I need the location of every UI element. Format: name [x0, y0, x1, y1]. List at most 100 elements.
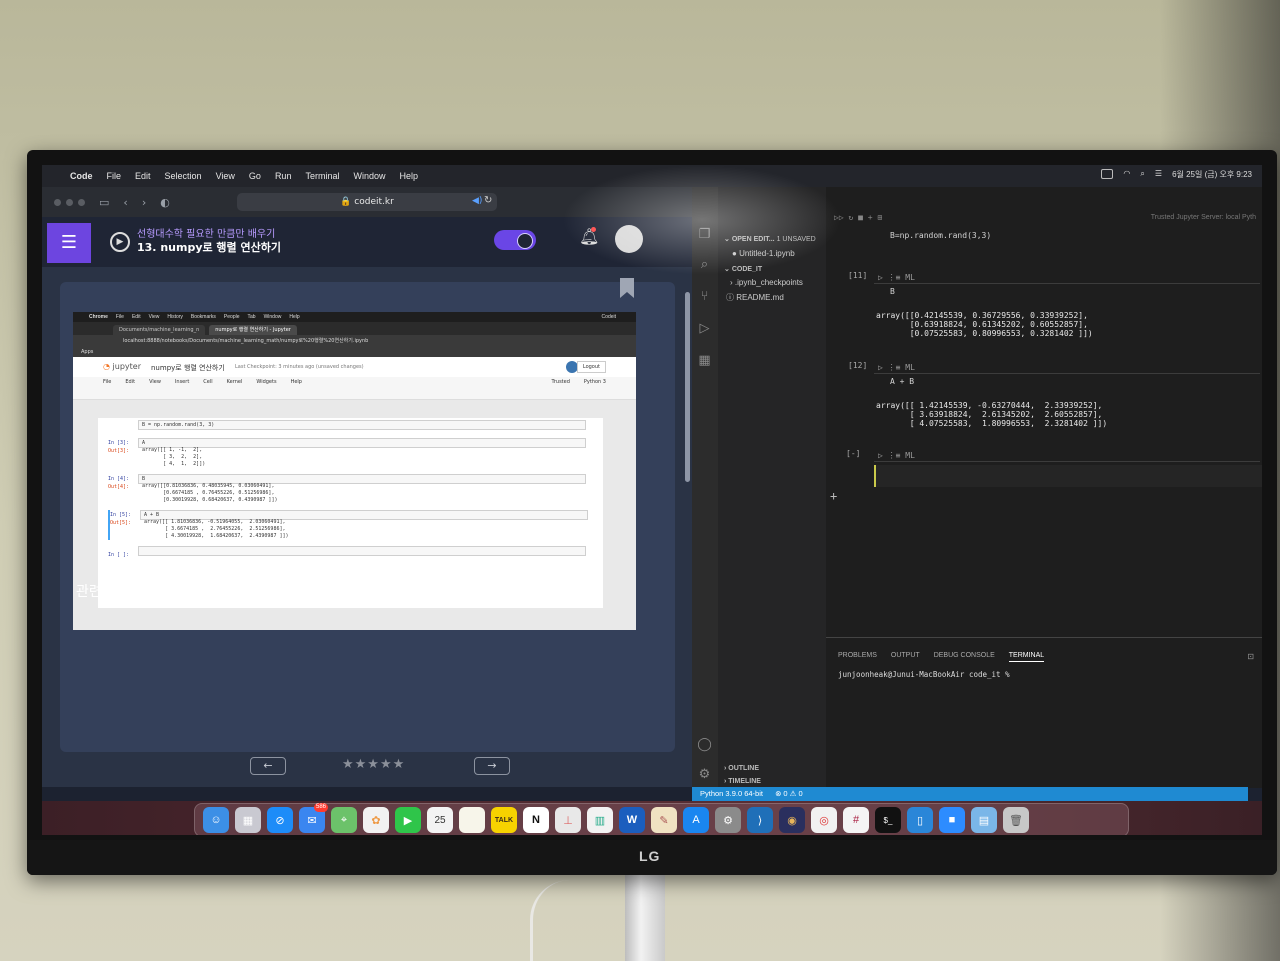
course-title[interactable]: 선형대수학 필요한 만큼만 배우기 — [137, 225, 275, 240]
code-line[interactable]: B=np.random.rand(3,3) — [890, 231, 991, 240]
open-editor-file[interactable]: ● Untitled-1.ipynb — [732, 249, 795, 258]
extensions-icon[interactable]: ▦ — [697, 353, 712, 368]
slack-icon[interactable]: # — [843, 807, 869, 833]
run-cell-icon[interactable]: ▷ ⋮≡ ML — [878, 363, 915, 372]
outline-header[interactable]: › OUTLINE — [724, 765, 759, 772]
rating-stars[interactable]: ★★★★★ — [342, 757, 405, 772]
system-preferences-icon[interactable]: ⚙ — [715, 807, 741, 833]
chrome-icon[interactable]: ◎ — [811, 807, 837, 833]
inner-tab-active: numpy로 행렬 연산하기 - Jupyter — [209, 325, 297, 335]
downloads-folder-icon[interactable]: ▤ — [971, 807, 997, 833]
avatar[interactable] — [615, 225, 643, 253]
dark-mode-toggle[interactable] — [494, 230, 536, 250]
close-button[interactable] — [54, 198, 61, 206]
maps-icon[interactable]: ⌖ — [331, 807, 357, 833]
word-icon[interactable]: W — [619, 807, 645, 833]
menu-edit[interactable]: Edit — [135, 171, 151, 181]
pages-icon[interactable]: ✎ — [651, 807, 677, 833]
mail-icon[interactable]: ✉ 586 — [299, 803, 328, 833]
reload-icon[interactable]: ↻ — [484, 195, 492, 206]
numbers-icon[interactable]: ▥ — [587, 807, 613, 833]
status-problems[interactable]: ⊗ 0 ⚠ 0 — [775, 789, 803, 798]
notebook-run-controls[interactable]: ▷▷ ↻ ■ + ⊞ — [834, 213, 882, 222]
zoom-icon[interactable]: ■ — [939, 807, 965, 833]
run-debug-icon[interactable]: ▷ — [697, 321, 712, 336]
forward-icon[interactable]: › — [142, 196, 146, 209]
explorer-icon[interactable]: ❐ — [697, 227, 712, 242]
menu-window[interactable]: Window — [353, 171, 385, 181]
source-control-icon[interactable]: ⑂ — [697, 289, 712, 304]
kakaotalk-icon[interactable]: TALK — [491, 807, 517, 833]
sidebar-icon[interactable]: ▭ — [99, 196, 109, 209]
scrollbar[interactable] — [685, 292, 690, 482]
photos-icon[interactable]: ✿ — [363, 807, 389, 833]
maximize-panel-icon[interactable]: ⊡ — [1247, 652, 1254, 661]
inner-tab: Documents/machine_learning_n — [113, 325, 206, 335]
explorer-file[interactable]: ⓘ README.md — [726, 292, 784, 303]
safari-icon[interactable]: ⊘ — [267, 807, 293, 833]
eclipse-icon[interactable]: ◉ — [779, 807, 805, 833]
battery-icon[interactable] — [1101, 169, 1114, 179]
wifi-icon[interactable]: ◠ — [1123, 169, 1130, 180]
prev-lesson-button[interactable]: ← — [250, 757, 286, 775]
hamburger-menu-button[interactable]: ☰ — [47, 223, 91, 263]
menu-view[interactable]: View — [216, 171, 235, 181]
run-cell-icon[interactable]: ▷ ⋮≡ ML — [878, 451, 915, 460]
add-cell-icon[interactable]: + — [830, 489, 837, 503]
vscode-icon[interactable]: ⟩ — [747, 807, 773, 833]
trash-icon[interactable]: 🗑︎ — [1003, 807, 1029, 833]
notes-icon[interactable] — [459, 807, 485, 833]
monitor-stand — [625, 872, 665, 961]
xcode-simulator-icon[interactable]: ▯ — [907, 807, 933, 833]
related-questions-heading: 관련 질문 — [76, 584, 132, 600]
folder-header[interactable]: ⌄ CODE_IT — [724, 265, 762, 273]
tab-output[interactable]: OUTPUT — [891, 652, 920, 662]
calendar-icon[interactable]: 25 — [427, 807, 453, 833]
control-center-icon[interactable]: ☰ — [1155, 169, 1162, 180]
notification-bell-icon[interactable]: 🔔︎ — [579, 227, 599, 246]
clock[interactable]: 6월 25일 (금) 오후 9:23 — [1172, 169, 1252, 180]
address-bar[interactable]: 🔒 codeit.kr — [237, 193, 497, 211]
search-icon[interactable]: ⌕ — [1140, 169, 1144, 180]
notion-icon[interactable]: N — [523, 807, 549, 833]
settings-gear-icon[interactable]: ⚙ — [697, 767, 712, 782]
timeline-header[interactable]: › TIMELINE — [724, 778, 761, 785]
inner-menu-item: Edit — [131, 314, 141, 320]
menu-file[interactable]: File — [107, 171, 122, 181]
next-lesson-button[interactable]: → — [474, 757, 510, 775]
app-store-icon[interactable]: A — [683, 807, 709, 833]
audio-icon[interactable]: ◀) — [472, 196, 482, 206]
menu-run[interactable]: Run — [275, 171, 292, 181]
minimize-button[interactable] — [66, 198, 73, 206]
status-python-interpreter[interactable]: Python 3.9.0 64-bit — [700, 789, 763, 798]
tab-debug-console[interactable]: DEBUG CONSOLE — [934, 652, 995, 662]
privacy-shield-icon[interactable]: ◐ — [160, 196, 170, 209]
cell-code[interactable]: A + B — [890, 377, 914, 386]
open-editors-header[interactable]: ⌄ OPEN EDIT... 1 UNSAVED — [724, 235, 816, 243]
terminal-prompt[interactable]: junjoonheak@Junui-MacBookAir code_it % — [838, 670, 1010, 679]
launchpad-icon[interactable]: ▦ — [235, 807, 261, 833]
explorer-folder[interactable]: › .ipynb_checkpoints — [730, 278, 803, 287]
menu-help[interactable]: Help — [399, 171, 418, 181]
run-cell-icon[interactable]: ▷ ⋮≡ ML — [878, 273, 915, 282]
account-icon[interactable]: ◯ — [697, 737, 712, 752]
jupyter-trusted: Trusted — [551, 379, 570, 385]
facetime-icon[interactable]: ▶ — [395, 807, 421, 833]
tab-terminal[interactable]: TERMINAL — [1008, 652, 1045, 662]
finder-icon[interactable]: ☺ — [203, 807, 229, 833]
active-empty-cell[interactable] — [874, 465, 1262, 487]
menu-app-name[interactable]: Code — [70, 171, 93, 181]
menu-selection[interactable]: Selection — [165, 171, 202, 181]
bookmark-icon[interactable] — [620, 278, 634, 298]
search-icon[interactable]: ⌕ — [697, 257, 712, 272]
menu-go[interactable]: Go — [249, 171, 261, 181]
inner-chrome-tabs: Documents/machine_learning_n numpy로 행렬 연… — [73, 322, 636, 335]
terminal-icon[interactable]: $_ — [875, 807, 901, 833]
keynote-icon[interactable]: ⊥ — [555, 807, 581, 833]
vscode-window: ❐ ⌕ ⑂ ▷ ▦ ◯ ⚙ ⌄ OPEN EDIT... 1 UNSAVED ●… — [692, 187, 1262, 788]
cell-code[interactable]: B — [890, 287, 895, 296]
back-icon[interactable]: ‹ — [123, 196, 127, 209]
zoom-button[interactable] — [78, 198, 85, 206]
menu-terminal[interactable]: Terminal — [305, 171, 339, 181]
tab-problems[interactable]: PROBLEMS — [838, 652, 877, 662]
